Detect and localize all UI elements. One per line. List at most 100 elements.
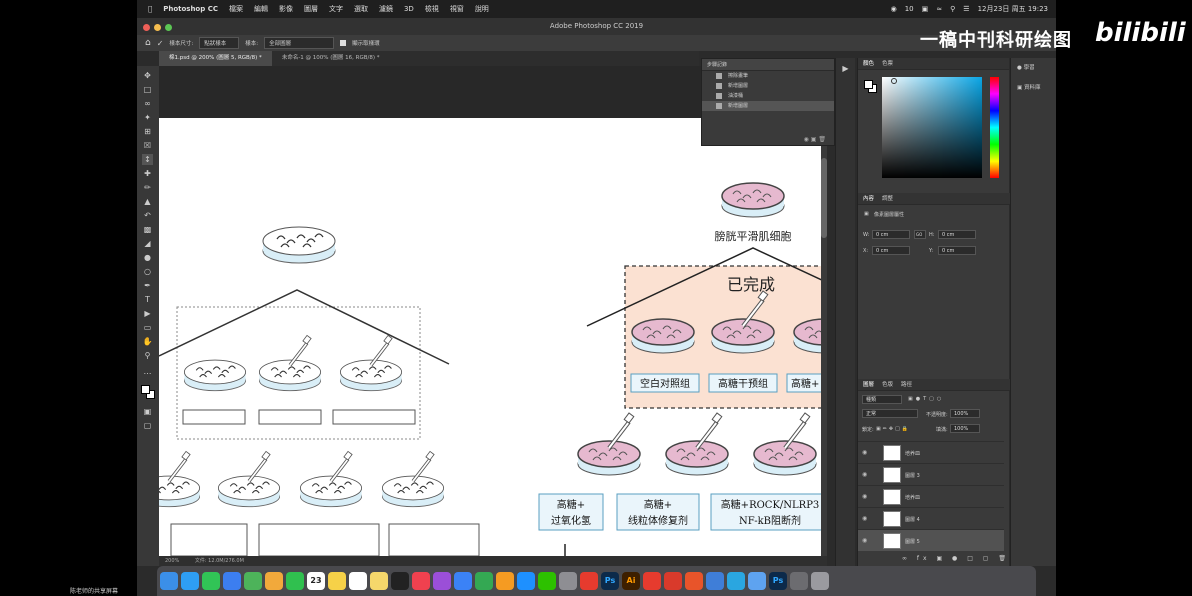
- menu-app-name[interactable]: Photoshop CC: [163, 5, 218, 13]
- frame-tool-icon[interactable]: ☒: [142, 140, 153, 151]
- tab-layers[interactable]: 圖層: [863, 379, 874, 390]
- layer-kind-filter[interactable]: 種類: [862, 395, 902, 404]
- menu-layer[interactable]: 圖層: [304, 4, 318, 14]
- document-canvas[interactable]: 膀胱平滑肌细胞 已完成 空白对照组 高糖干预组 高糖+ 高糖+ 过氧化氢 高糖+…: [159, 118, 827, 556]
- type-tool-icon[interactable]: T: [142, 294, 153, 305]
- dock-preview-icon[interactable]: [748, 572, 766, 590]
- menu-select[interactable]: 選取: [354, 4, 368, 14]
- dock-facetime-icon[interactable]: [286, 572, 304, 590]
- eye-icon[interactable]: ◉: [862, 449, 867, 456]
- eraser-tool-icon[interactable]: ▩: [142, 224, 153, 235]
- dock-wechat-icon[interactable]: [538, 572, 556, 590]
- y-field[interactable]: 0 cm: [938, 246, 976, 255]
- menu-3d[interactable]: 3D: [404, 5, 414, 13]
- history-item[interactable]: 新增圖層: [702, 101, 834, 111]
- zoom-level[interactable]: 200%: [165, 558, 179, 564]
- pen-tool-icon[interactable]: ✒: [142, 280, 153, 291]
- quick-mask-icon[interactable]: ▣: [142, 406, 153, 417]
- clock-text[interactable]: 12月23日 周五 19:23: [978, 4, 1048, 14]
- tab-color[interactable]: 顏色: [863, 58, 874, 69]
- panel-toggle-icon[interactable]: ▶: [836, 64, 855, 73]
- height-field[interactable]: 0 cm: [938, 230, 976, 239]
- layer-actions-icons[interactable]: ∞ fx ▣ ● □ ▢ 🗑: [902, 555, 1010, 562]
- dock-ps-icon[interactable]: Ps: [601, 572, 619, 590]
- magic-wand-tool-icon[interactable]: ✦: [142, 112, 153, 123]
- dock-podcasts-icon[interactable]: [433, 572, 451, 590]
- wechat-icon[interactable]: ◉: [891, 5, 897, 13]
- blend-mode-select[interactable]: 正常: [862, 409, 918, 418]
- dock-cloud-icon[interactable]: [706, 572, 724, 590]
- dodge-tool-icon[interactable]: ○: [142, 266, 153, 277]
- dock-mail-icon[interactable]: [223, 572, 241, 590]
- menu-type[interactable]: 文字: [329, 4, 343, 14]
- menu-view[interactable]: 檢視: [425, 4, 439, 14]
- dock-stickies-icon[interactable]: [370, 572, 388, 590]
- zoom-window-icon[interactable]: [165, 24, 172, 31]
- sample-select[interactable]: 全部圖層: [264, 37, 335, 49]
- dock-settings-icon[interactable]: [559, 572, 577, 590]
- dock-safari-icon[interactable]: [181, 572, 199, 590]
- wifi-icon[interactable]: ≈: [936, 5, 942, 13]
- history-item[interactable]: 油漆桶: [702, 91, 834, 101]
- history-panel-title[interactable]: 步驟記錄: [702, 59, 834, 71]
- search-icon[interactable]: ⚲: [950, 5, 955, 13]
- eye-icon[interactable]: ◉: [862, 515, 867, 522]
- crop-tool-icon[interactable]: ⊞: [142, 126, 153, 137]
- dock-music-icon[interactable]: [412, 572, 430, 590]
- history-brush-icon[interactable]: ↶: [142, 210, 153, 221]
- more-tools-icon[interactable]: …: [142, 366, 153, 377]
- dock-finder-icon[interactable]: [160, 572, 178, 590]
- brush-tool-icon[interactable]: ✏: [142, 182, 153, 193]
- close-window-icon[interactable]: [143, 24, 150, 31]
- paint-bucket-icon[interactable]: ◢: [142, 238, 153, 249]
- control-center-icon[interactable]: ☰: [963, 5, 969, 13]
- tab-properties[interactable]: 內容: [863, 193, 874, 204]
- tab-doc-2[interactable]: 未命名-1 @ 100% (圖層 16, RGB/8) *: [272, 51, 390, 66]
- menu-window[interactable]: 視窗: [450, 4, 464, 14]
- dock-ai-icon[interactable]: Ai: [622, 572, 640, 590]
- shape-tool-icon[interactable]: ▭: [142, 322, 153, 333]
- dock-trash-icon[interactable]: [811, 572, 829, 590]
- eye-icon[interactable]: ◉: [862, 493, 867, 500]
- width-field[interactable]: 0 cm: [872, 230, 910, 239]
- show-ring-checkbox[interactable]: [340, 40, 347, 46]
- vertical-scrollbar[interactable]: [821, 118, 827, 556]
- dock-maps-icon[interactable]: [244, 572, 262, 590]
- blur-tool-icon[interactable]: ●: [142, 252, 153, 263]
- dock-calendar-icon[interactable]: 23: [307, 572, 325, 590]
- hand-tool-icon[interactable]: ✋: [142, 336, 153, 347]
- screen-mode-icon[interactable]: ▢: [142, 420, 153, 431]
- dock-photos-icon[interactable]: [265, 572, 283, 590]
- lasso-tool-icon[interactable]: ∞: [142, 98, 153, 109]
- minimize-window-icon[interactable]: [154, 24, 161, 31]
- dock-messages-icon[interactable]: [202, 572, 220, 590]
- libraries-panel-button[interactable]: ▣ 資料庫: [1011, 78, 1056, 98]
- fill-field[interactable]: 100%: [950, 424, 980, 433]
- dock-office-icon[interactable]: [685, 572, 703, 590]
- dock-keynote-icon[interactable]: [454, 572, 472, 590]
- path-select-icon[interactable]: ▶: [142, 308, 153, 319]
- history-actions-icons[interactable]: ◉ ▣ 🗑: [804, 136, 826, 143]
- dock-pages-icon[interactable]: [496, 572, 514, 590]
- color-picker-field[interactable]: [882, 77, 982, 178]
- foreground-color-swatch[interactable]: [141, 385, 150, 394]
- menu-filter[interactable]: 濾鏡: [379, 4, 393, 14]
- dock-tv-icon[interactable]: [391, 572, 409, 590]
- link-dimensions-button[interactable]: GO: [914, 230, 926, 239]
- layer-row[interactable]: ◉ 培养皿: [858, 441, 1004, 463]
- dock-wps-icon[interactable]: [664, 572, 682, 590]
- screen-icon[interactable]: ▣: [922, 5, 929, 13]
- healing-tool-icon[interactable]: ✚: [142, 168, 153, 179]
- tab-swatches[interactable]: 色票: [882, 58, 893, 69]
- eyedropper-preset-icon[interactable]: ✓: [157, 39, 164, 48]
- hue-slider[interactable]: [990, 77, 999, 178]
- home-icon[interactable]: ⌂: [145, 38, 151, 48]
- zoom-tool-icon[interactable]: ⚲: [142, 350, 153, 361]
- apple-icon[interactable]: : [148, 5, 152, 13]
- color-swatches[interactable]: [864, 80, 878, 94]
- menu-edit[interactable]: 編輯: [254, 4, 268, 14]
- stamp-tool-icon[interactable]: ▲: [142, 196, 153, 207]
- move-tool-icon[interactable]: ✥: [142, 70, 153, 81]
- eye-icon[interactable]: ◉: [862, 537, 867, 544]
- dock-ps2-icon[interactable]: Ps: [769, 572, 787, 590]
